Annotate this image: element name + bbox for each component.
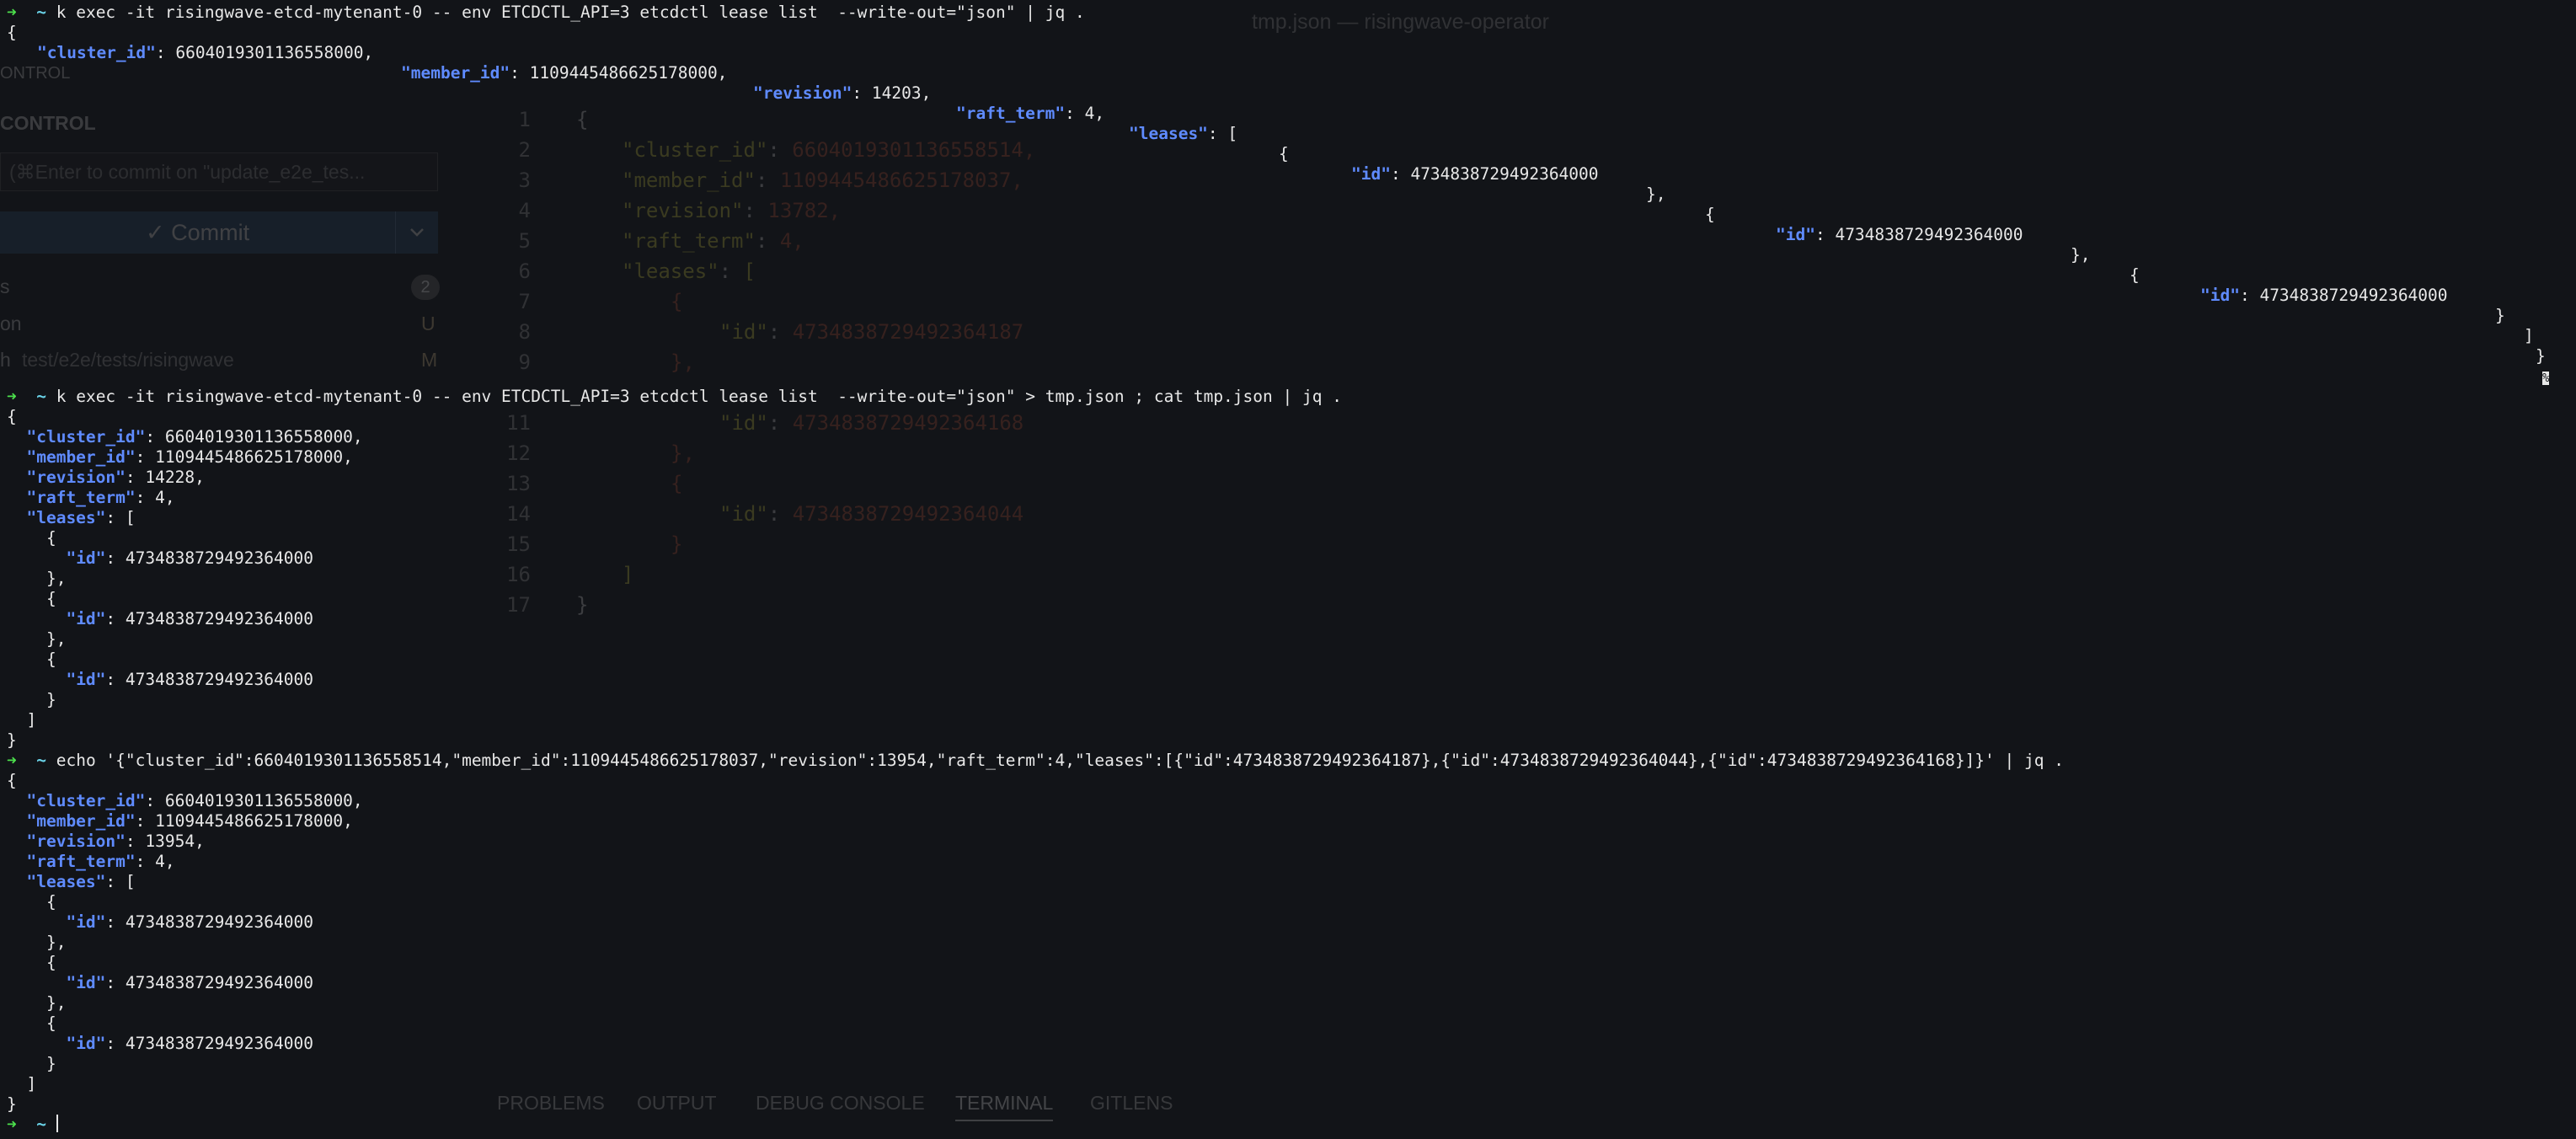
- commit-button[interactable]: ✓ Commit: [0, 211, 438, 254]
- tab-debug-console[interactable]: DEBUG CONSOLE: [756, 1092, 925, 1115]
- json-brace: ]: [2524, 326, 2534, 345]
- code-line: },: [671, 441, 695, 465]
- line-number: 4: [518, 199, 531, 222]
- json-output: { "cluster_id": 6604019301136558000, "me…: [7, 407, 363, 750]
- json-brace: }: [2536, 346, 2546, 366]
- line-number: 17: [506, 593, 531, 617]
- command-text: echo '{"cluster_id":6604019301136558514,…: [56, 751, 2064, 770]
- json-line: "id": 4734838729492364000: [1776, 225, 2023, 244]
- source-control-title: CONTROL: [0, 112, 96, 134]
- code-line: "leases": [: [622, 259, 756, 283]
- code-line: "id": 4734838729492364187: [719, 320, 1024, 344]
- code-line: "id": 4734838729492364168: [719, 411, 1024, 435]
- json-line: "raft_term": 4,: [956, 104, 1105, 123]
- code-line: },: [671, 350, 695, 374]
- json-brace: }: [2495, 306, 2505, 325]
- json-output: { "cluster_id": 6604019301136558000, "me…: [7, 771, 363, 1114]
- json-brace: },: [2071, 245, 2091, 265]
- changed-file-item[interactable]: on: [0, 313, 22, 335]
- file-status-modified: M: [421, 349, 438, 371]
- changed-file-path: test/e2e/tests/risingwave: [22, 349, 234, 371]
- json-line: "member_id": 1109445486625178000,: [401, 63, 728, 83]
- command-text: k exec -it risingwave-etcd-mytenant-0 --…: [56, 3, 1085, 22]
- changed-file-item[interactable]: h: [0, 349, 11, 372]
- line-number: 15: [506, 532, 531, 556]
- prompt-arrow-icon: ➜: [7, 751, 17, 770]
- tab-output[interactable]: OUTPUT: [637, 1092, 717, 1115]
- source-control-header: ONTROL: [0, 64, 71, 83]
- json-brace: {: [7, 23, 17, 42]
- code-line: {: [671, 290, 683, 313]
- line-number: 14: [506, 502, 531, 526]
- code-line: "id": 4734838729492364044: [719, 502, 1024, 526]
- changes-label: s: [0, 275, 10, 297]
- window-title: tmp.json — risingwave-operator: [1252, 10, 1549, 34]
- line-number: 3: [518, 168, 531, 192]
- code-line: {: [576, 108, 589, 131]
- line-number: 5: [518, 229, 531, 253]
- prompt-line: ➜ ~ echo '{"cluster_id":6604019301136558…: [7, 751, 2064, 770]
- line-number: 16: [506, 563, 531, 586]
- chevron-down-icon[interactable]: [395, 211, 438, 254]
- line-number: 1: [518, 108, 531, 131]
- json-line: "revision": 14203,: [753, 83, 932, 103]
- file-status-untracked: U: [421, 313, 436, 334]
- code-line: "raft_term": 4,: [622, 229, 804, 253]
- json-brace: {: [1279, 144, 1289, 163]
- json-brace: {: [2130, 265, 2140, 285]
- line-number: 11: [506, 411, 531, 435]
- line-number: 9: [518, 350, 531, 374]
- code-line: }: [576, 593, 589, 617]
- commit-button-label: ✓ Commit: [145, 219, 250, 245]
- json-line: "leases": [: [1129, 124, 1238, 143]
- json-line: "cluster_id": 6604019301136558000,: [37, 43, 374, 62]
- code-line: "member_id": 1109445486625178037,: [622, 168, 1023, 192]
- line-number: 6: [518, 259, 531, 283]
- no-newline-marker: %: [2542, 372, 2550, 385]
- tab-terminal[interactable]: TERMINAL: [955, 1092, 1054, 1121]
- json-brace: },: [1646, 184, 1666, 204]
- changes-count-badge: 2: [411, 275, 440, 300]
- active-prompt[interactable]: ➜ ~: [7, 1115, 58, 1135]
- prompt-line: ➜ ~ k exec -it risingwave-etcd-mytenant-…: [7, 3, 1085, 22]
- commit-message-input[interactable]: (⌘Enter to commit on "update_e2e_tes...: [0, 152, 438, 191]
- json-line: "id": 4734838729492364000: [2200, 286, 2448, 305]
- prompt-line: ➜ ~ k exec -it risingwave-etcd-mytenant-…: [7, 387, 1342, 406]
- code-line: "cluster_id": 6604019301136558514,: [622, 138, 1036, 162]
- line-number: 2: [518, 138, 531, 162]
- command-text: k exec -it risingwave-etcd-mytenant-0 --…: [56, 387, 1342, 406]
- prompt-arrow-icon: ➜: [7, 3, 17, 22]
- line-number: 13: [506, 472, 531, 495]
- prompt-arrow-icon: ➜: [7, 1115, 17, 1134]
- tab-gitlens[interactable]: GITLENS: [1090, 1092, 1173, 1115]
- code-line: ]: [622, 563, 634, 586]
- tab-problems[interactable]: PROBLEMS: [497, 1092, 605, 1115]
- code-line: }: [671, 532, 683, 556]
- line-number: 7: [518, 290, 531, 313]
- json-brace: {: [1705, 205, 1715, 224]
- text-cursor: [56, 1115, 58, 1132]
- code-line: {: [671, 472, 683, 495]
- code-line: "revision": 13782,: [622, 199, 842, 222]
- line-number: 12: [506, 441, 531, 465]
- line-number: 8: [518, 320, 531, 344]
- json-line: "id": 4734838729492364000: [1351, 164, 1599, 184]
- prompt-arrow-icon: ➜: [7, 387, 17, 406]
